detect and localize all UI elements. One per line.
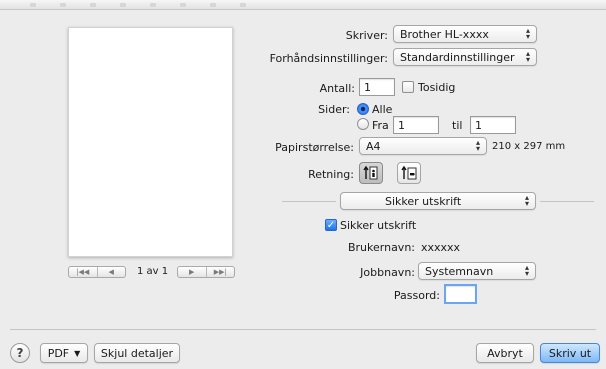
- copies-label: Antall:: [319, 82, 355, 95]
- next-page-icon[interactable]: ▶: [178, 267, 207, 277]
- ruler-mark: [180, 3, 186, 7]
- preview-back-buttons[interactable]: |◀◀ ◀: [68, 266, 126, 278]
- ruler-mark: [240, 3, 246, 7]
- pages-label: Sider:: [318, 103, 350, 116]
- ruler-mark: [60, 3, 66, 7]
- paper-dimensions: 210 x 297 mm: [492, 141, 566, 152]
- updown-icon: ▴ ▾: [524, 263, 529, 278]
- hide-details-button[interactable]: Skjul detaljer: [94, 343, 180, 363]
- paper-size-value: A4: [366, 139, 381, 153]
- section-divider-left: [282, 201, 336, 202]
- copies-value: 1: [364, 80, 371, 94]
- landscape-orientation-icon: [401, 165, 417, 180]
- updown-icon: ▴ ▾: [525, 49, 530, 64]
- updown-icon: ▴ ▾: [525, 26, 530, 41]
- portrait-orientation-icon: [363, 165, 378, 180]
- ruler-mark: [30, 3, 36, 7]
- printer-label: Skriver:: [345, 29, 388, 42]
- portrait-orientation-button[interactable]: [359, 162, 383, 184]
- copies-field[interactable]: 1: [359, 78, 395, 96]
- print-label: Skriv ut: [548, 346, 592, 360]
- two-sided-label: Tosidig: [418, 81, 456, 94]
- ruler-mark: [120, 3, 126, 7]
- paper-size-select[interactable]: A4 ▴ ▾: [359, 137, 487, 155]
- username-label: Brukernavn:: [347, 241, 415, 254]
- cancel-button[interactable]: Avbryt: [476, 343, 534, 363]
- password-field[interactable]: [444, 284, 477, 304]
- help-button[interactable]: ?: [10, 343, 30, 363]
- ruler-mark: [210, 3, 216, 7]
- pages-from-label: Fra: [372, 119, 389, 132]
- jobname-label: Jobbnavn:: [360, 266, 415, 279]
- secure-print-label: Sikker utskrift: [340, 219, 417, 232]
- hide-details-label: Skjul detaljer: [100, 346, 174, 360]
- pages-all-radio[interactable]: [357, 103, 369, 115]
- pages-range-radio[interactable]: [357, 118, 369, 130]
- paper-size-label: Papirstørrelse:: [275, 141, 354, 154]
- previous-page-icon[interactable]: ◀: [98, 267, 126, 277]
- printer-select[interactable]: Brother HL-xxxx ▴ ▾: [393, 25, 537, 43]
- printer-value: Brother HL-xxxx: [400, 27, 489, 41]
- preview-forward-buttons[interactable]: ▶ ▶▶|: [177, 266, 235, 278]
- secure-print-checkbox[interactable]: ✓: [325, 219, 337, 231]
- pages-all-label: Alle: [372, 103, 393, 116]
- presets-select[interactable]: Standardinnstillinger ▴ ▾: [393, 48, 537, 66]
- pages-to-value: 1: [475, 118, 482, 132]
- pages-to-field[interactable]: 1: [470, 116, 516, 134]
- presets-value: Standardinnstillinger: [400, 50, 515, 64]
- landscape-orientation-button[interactable]: [397, 162, 421, 184]
- ruler-mark: [90, 3, 96, 7]
- first-page-icon[interactable]: |◀◀: [69, 267, 98, 277]
- dropdown-arrow-icon: ▼: [74, 348, 81, 358]
- last-page-icon[interactable]: ▶▶|: [207, 267, 235, 277]
- help-icon: ?: [16, 346, 24, 360]
- page-counter: 1 av 1: [137, 266, 169, 277]
- pages-to-label: til: [452, 119, 463, 132]
- window-top-strip: [0, 0, 606, 10]
- orientation-label: Retning:: [308, 168, 354, 181]
- ruler-mark: [150, 3, 156, 7]
- print-button[interactable]: Skriv ut: [540, 343, 600, 363]
- updown-icon: ▴ ▾: [524, 193, 529, 208]
- two-sided-checkbox[interactable]: [402, 81, 414, 93]
- presets-label: Forhåndsinnstillinger:: [269, 52, 388, 65]
- section-divider-right: [540, 201, 594, 202]
- username-value: xxxxxx: [421, 241, 461, 254]
- jobname-value: Systemnavn: [425, 264, 494, 278]
- updown-icon: ▴ ▾: [475, 138, 480, 153]
- section-value: Sikker utskrift: [385, 194, 462, 208]
- page-preview: [68, 27, 233, 257]
- password-label: Passord:: [393, 289, 440, 302]
- cancel-label: Avbryt: [487, 346, 523, 360]
- pages-from-field[interactable]: 1: [393, 116, 439, 134]
- pdf-label: PDF: [47, 346, 70, 360]
- section-select[interactable]: Sikker utskrift ▴ ▾: [340, 192, 536, 210]
- pdf-menu-button[interactable]: PDF ▼: [40, 343, 88, 363]
- jobname-select[interactable]: Systemnavn ▴ ▾: [418, 262, 536, 280]
- pages-from-value: 1: [398, 118, 405, 132]
- footer-divider: [10, 329, 596, 330]
